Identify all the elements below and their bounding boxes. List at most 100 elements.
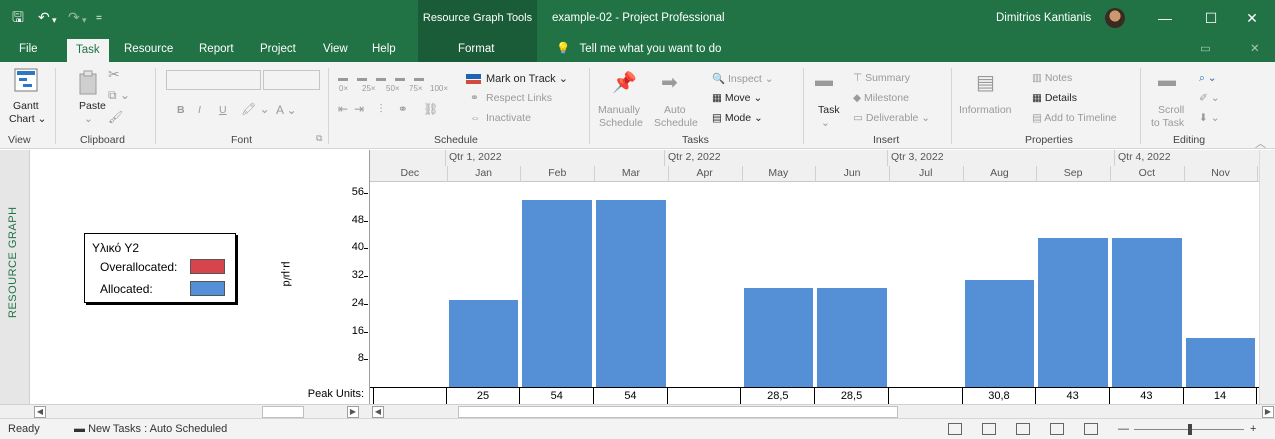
insert-task-label[interactable]: Task (818, 104, 840, 116)
indent-outdent-icons[interactable]: ⇤⇥ ⫶ ⚭ ⛓ (338, 102, 444, 117)
font-size-combo[interactable] (263, 70, 320, 90)
mark-on-track-button[interactable]: Mark on Track ⌄ (486, 72, 568, 85)
view-shortcut-task-usage-icon[interactable] (982, 423, 996, 435)
manually-schedule-icon[interactable]: 📌 (612, 70, 637, 95)
undo-dropdown-icon[interactable]: ▾ (52, 12, 57, 28)
percent-75-button[interactable]: 75× (409, 84, 423, 93)
chart-scroll-left-button[interactable]: ◀ (372, 406, 384, 418)
paste-label[interactable]: Paste (79, 100, 106, 112)
tab-view[interactable]: View (323, 36, 348, 62)
paste-icon[interactable] (78, 70, 100, 96)
bold-button[interactable]: B (177, 104, 185, 116)
information-icon[interactable]: ▤ (976, 70, 995, 95)
left-pane-scroll-right-button[interactable]: ▶ (347, 406, 359, 418)
scroll-to-task-icon[interactable]: ▬ (1158, 70, 1176, 91)
chart-bar[interactable] (964, 280, 1035, 387)
view-shortcut-report-icon[interactable] (1084, 423, 1098, 435)
resource-graph[interactable]: Qtr 1, 2022 Qtr 2, 2022 Qtr 3, 2022 Qtr … (369, 150, 1260, 405)
percent-100-button[interactable]: 100× (430, 84, 448, 93)
italic-button[interactable]: I (198, 104, 201, 116)
tab-task[interactable]: Task (67, 39, 109, 62)
details-button[interactable]: ▦ Details (1032, 92, 1077, 104)
redo-dropdown-icon[interactable]: ▾ (82, 12, 87, 28)
zoom-slider-thumb[interactable] (1188, 424, 1192, 435)
tab-help[interactable]: Help (372, 36, 396, 62)
respect-links-button[interactable]: Respect Links (486, 92, 552, 104)
summary-button[interactable]: ⊤ Summary (853, 72, 910, 84)
ribbon-display-icon[interactable]: ▭ (1200, 36, 1211, 62)
user-name[interactable]: Dimitrios Kantianis (996, 0, 1091, 36)
scroll-label[interactable]: Scroll (1158, 104, 1184, 116)
tab-file[interactable]: File (19, 36, 38, 62)
percent-0-button[interactable]: 0× (339, 84, 348, 93)
zoom-in-button[interactable]: + (1250, 419, 1256, 439)
chart-scroll-thumb[interactable] (458, 406, 898, 418)
deliverable-button[interactable]: ▭ Deliverable ⌄ (853, 112, 930, 124)
chart-label[interactable]: Chart ⌄ (9, 113, 46, 125)
restore-button[interactable]: ☐ (1188, 0, 1234, 36)
zoom-out-button[interactable]: — (1118, 419, 1129, 439)
mode-button[interactable]: ▤ Mode ⌄ (712, 112, 763, 124)
notes-button[interactable]: ▥ Notes (1032, 72, 1072, 84)
information-button[interactable]: Information (959, 104, 1012, 116)
highlight-icon[interactable]: 🖍 ⌄ (241, 102, 270, 116)
undo-icon[interactable]: ↶ (38, 9, 50, 25)
minimize-button[interactable]: — (1142, 0, 1188, 36)
chart-bar[interactable] (817, 288, 887, 387)
auto-schedule-icon[interactable]: ➡ (661, 70, 678, 95)
copy-icon[interactable]: ⧉ ⌄ (108, 88, 130, 103)
view-shortcut-gantt-icon[interactable] (948, 423, 962, 435)
save-icon[interactable]: 🖫 (12, 9, 24, 25)
view-bar[interactable]: RESOURCE GRAPH (0, 150, 30, 404)
clear-icon[interactable]: ✐ ⌄ (1199, 92, 1220, 104)
close-document-icon[interactable]: ✕ (1250, 36, 1260, 62)
vertical-scrollbar[interactable] (1259, 150, 1275, 404)
paste-dropdown-icon[interactable]: ⌄ (84, 113, 93, 125)
auto-label[interactable]: Auto (664, 104, 686, 116)
chart-bar[interactable] (448, 300, 519, 387)
cut-icon[interactable]: ✂ (108, 66, 120, 83)
percent-50-button[interactable]: 50× (386, 84, 400, 93)
chart-bar[interactable] (522, 199, 593, 387)
gantt-label[interactable]: Gantt (13, 100, 39, 112)
inactivate-button[interactable]: Inactivate (486, 112, 531, 124)
find-icon[interactable]: ⌕ ⌄ (1199, 72, 1217, 85)
tab-project[interactable]: Project (260, 36, 296, 62)
tab-report[interactable]: Report (199, 36, 234, 62)
close-button[interactable]: ✕ (1229, 0, 1275, 36)
manually-schedule-label[interactable]: Schedule (599, 117, 643, 129)
insert-task-dropdown-icon[interactable]: ⌄ (821, 117, 830, 129)
format-painter-icon[interactable]: 🖌 (108, 110, 123, 124)
view-shortcut-resource-sheet-icon[interactable] (1050, 423, 1064, 435)
manually-label[interactable]: Manually (598, 104, 640, 116)
fill-icon[interactable]: ⬇ ⌄ (1199, 112, 1220, 124)
move-button[interactable]: ▦ Move ⌄ (712, 92, 762, 104)
new-tasks-mode[interactable]: ▬ New Tasks : Auto Scheduled (74, 419, 227, 439)
chart-bar[interactable] (596, 199, 666, 387)
chart-bar[interactable] (1038, 237, 1108, 387)
customize-qat-icon[interactable]: = (96, 11, 102, 27)
insert-task-icon[interactable]: ▬ (815, 70, 833, 91)
font-dialog-launcher-icon[interactable]: ⧉ (316, 133, 322, 144)
add-to-timeline-button[interactable]: ▤ Add to Timeline (1032, 112, 1117, 124)
chart-bar[interactable] (743, 288, 814, 387)
gantt-chart-icon[interactable] (14, 68, 38, 94)
chart-bar[interactable] (1112, 237, 1182, 387)
view-shortcut-team-planner-icon[interactable] (1016, 423, 1030, 435)
tab-format[interactable]: Format (458, 36, 494, 62)
inspect-button[interactable]: 🔍 Inspect ⌄ (712, 72, 774, 85)
font-color-button[interactable]: A ⌄ (276, 103, 297, 117)
to-task-label[interactable]: to Task (1151, 117, 1184, 129)
auto-schedule-label[interactable]: Schedule (654, 117, 698, 129)
redo-icon[interactable]: ↷ (68, 9, 80, 25)
left-pane-scroll-left-button[interactable]: ◀ (34, 406, 46, 418)
font-name-combo[interactable] (166, 70, 261, 90)
collapse-ribbon-icon[interactable]: ︿ (1255, 135, 1266, 151)
timescale[interactable]: Qtr 1, 2022 Qtr 2, 2022 Qtr 3, 2022 Qtr … (370, 150, 1260, 182)
avatar[interactable] (1105, 8, 1125, 28)
milestone-button[interactable]: ◆ Milestone (853, 92, 909, 104)
underline-button[interactable]: U (219, 104, 227, 116)
tab-resource[interactable]: Resource (124, 36, 173, 62)
left-pane-scroll-thumb[interactable] (262, 406, 304, 418)
percent-25-button[interactable]: 25× (362, 84, 376, 93)
